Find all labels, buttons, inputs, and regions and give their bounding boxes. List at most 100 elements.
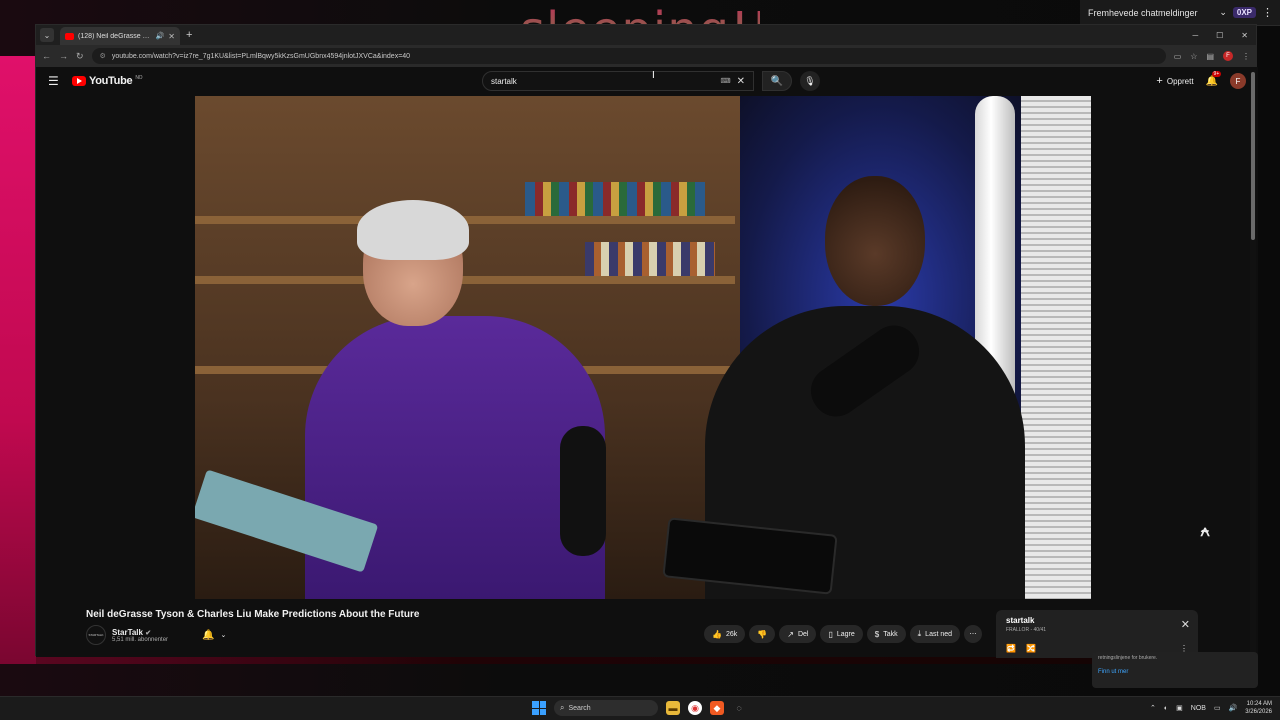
microphone-icon: 🎙: [804, 75, 816, 86]
bookmark-star-icon[interactable]: ☆: [1190, 52, 1197, 61]
taskbar-search[interactable]: ⌕ Search: [554, 700, 658, 716]
playlist-panel[interactable]: startalk FRALLOR - 40/41 ✕ 🔁 🔀 ⋮: [996, 610, 1198, 658]
chevron-down-icon[interactable]: ⌄: [1219, 7, 1227, 18]
minimize-icon[interactable]: ─: [1192, 31, 1198, 40]
tab-youtube[interactable]: (128) Neil deGrasse Tyson & 🔊 ✕: [60, 27, 180, 45]
create-label: Opprett: [1166, 76, 1194, 86]
download-button[interactable]: ⤓ Last ned: [909, 625, 961, 643]
clear-search-icon[interactable]: ✕: [737, 76, 745, 87]
tray-app-icon[interactable]: ◐: [1164, 705, 1168, 712]
audio-icon[interactable]: 🔊: [156, 32, 165, 40]
toolbar-actions: ▭ ☆ ▤ F ⋮: [1174, 51, 1250, 61]
more-horizontal-icon: ⋯: [969, 631, 977, 638]
info-notice: retningslinjene for brukere. Finn ut mer: [1092, 652, 1258, 688]
search-button[interactable]: 🔍: [762, 71, 792, 91]
channel-info: StarTalk ✔ 5,51 mill. abonnenter: [112, 628, 168, 643]
install-app-icon[interactable]: ▭: [1174, 52, 1182, 61]
thanks-button[interactable]: $ Takk: [866, 625, 906, 643]
youtube-play-icon: [72, 76, 86, 86]
new-tab-icon[interactable]: +: [186, 29, 192, 41]
video-host-right: [662, 176, 1025, 599]
voice-search-button[interactable]: 🎙: [800, 71, 820, 91]
clock-date: 3/26/2026: [1245, 709, 1272, 715]
like-button[interactable]: 👍 26k: [704, 625, 746, 643]
close-window-icon[interactable]: ✕: [1241, 31, 1248, 40]
close-icon[interactable]: ✕: [1181, 618, 1190, 631]
more-actions-button[interactable]: ⋯: [964, 625, 983, 643]
bell-icon: 🔔: [202, 629, 215, 641]
owner-row: STARTALK StarTalk ✔ 5,51 mill. abonnente…: [86, 625, 986, 645]
playlist-title: startalk: [1006, 616, 1035, 625]
clock[interactable]: 10:24 AM 3/26/2026: [1245, 700, 1272, 716]
like-count: 26k: [725, 630, 738, 638]
more-options-icon[interactable]: ⋮: [1262, 6, 1273, 19]
maximize-icon[interactable]: ☐: [1216, 31, 1223, 40]
save-button[interactable]: ▯ Lagre: [820, 625, 863, 643]
thumbs-down-icon: 👎: [757, 629, 768, 639]
profile-avatar[interactable]: F: [1223, 51, 1233, 61]
notifications-button[interactable]: 🔔 9+: [1206, 70, 1222, 87]
subscription-bell-button[interactable]: 🔔 ⌄: [202, 630, 226, 641]
loop-icon[interactable]: 🔁: [1006, 644, 1016, 653]
account-avatar[interactable]: F: [1230, 73, 1246, 89]
learn-more-link[interactable]: Finn ut mer: [1098, 669, 1252, 675]
file-explorer-icon[interactable]: ▬: [666, 701, 680, 715]
network-icon[interactable]: ▭: [1214, 704, 1221, 712]
tray-app-icon[interactable]: ▣: [1176, 704, 1183, 712]
thanks-label: Takk: [883, 630, 898, 638]
stream-logo-icon: ⍲: [1200, 523, 1210, 540]
subscriber-count: 5,51 mill. abonnenter: [112, 636, 169, 643]
site-info-icon[interactable]: ⚙: [100, 52, 106, 60]
plus-icon: +: [1156, 75, 1163, 87]
create-button[interactable]: + Opprett: [1156, 75, 1193, 87]
video-player[interactable]: [195, 96, 1091, 599]
chat-widget-label: Fremhevede chatmeldinger: [1088, 7, 1198, 18]
start-button[interactable]: [532, 701, 546, 715]
search-input[interactable]: startalk ⌨ ✕: [482, 71, 754, 91]
forward-icon[interactable]: →: [59, 51, 68, 61]
playlist-controls: 🔁 🔀: [1006, 644, 1036, 653]
taskbar-search-placeholder: Search: [568, 704, 591, 712]
menu-icon[interactable]: ☰: [48, 74, 72, 88]
dislike-button[interactable]: 👎: [749, 625, 776, 643]
obs-icon[interactable]: ◌: [732, 701, 746, 715]
volume-icon[interactable]: 🔊: [1229, 704, 1238, 712]
browser-menu-icon[interactable]: ⋮: [1242, 52, 1250, 61]
browser-toolbar: ← → ↻ ⚙ youtube.com/watch?v=iz7re_7g1KU&…: [36, 45, 1256, 67]
search-icon: 🔍: [770, 75, 784, 87]
back-icon[interactable]: ←: [42, 51, 51, 61]
download-label: Last ned: [925, 630, 953, 638]
extensions-icon[interactable]: ▤: [1206, 52, 1214, 61]
chrome-icon[interactable]: ◉: [688, 701, 702, 715]
youtube-logo[interactable]: YouTube NO: [72, 75, 143, 87]
brave-icon[interactable]: ◆: [710, 701, 724, 715]
language-indicator[interactable]: NOB: [1191, 705, 1206, 712]
search-icon: ⌕: [560, 703, 565, 712]
chat-widget[interactable]: Fremhevede chatmeldinger ⌄ 0XP ⋮: [1080, 0, 1280, 26]
channel-name: StarTalk: [112, 627, 143, 637]
address-bar[interactable]: ⚙ youtube.com/watch?v=iz7re_7g1KU&list=P…: [91, 48, 1166, 64]
pink-edge-decoration: [0, 56, 36, 664]
channel-name-row[interactable]: StarTalk ✔: [112, 628, 168, 637]
playlist-subtitle: FRALLOR - 40/41: [1006, 627, 1047, 633]
tab-strip: ⌄ (128) Neil deGrasse Tyson & 🔊 ✕ + ─ ☐ …: [36, 25, 1256, 45]
keyboard-icon[interactable]: ⌨: [721, 77, 731, 85]
scrollbar-thumb[interactable]: [1251, 72, 1255, 240]
share-button[interactable]: ↗ Del: [779, 625, 817, 643]
show-hidden-icons-icon[interactable]: ⌃: [1150, 704, 1156, 712]
window-controls: ─ ☐ ✕: [1192, 31, 1256, 40]
points-badge: 0XP: [1232, 7, 1256, 18]
shuffle-icon[interactable]: 🔀: [1026, 644, 1036, 653]
tab-search-icon[interactable]: ⌄: [40, 28, 54, 42]
reload-icon[interactable]: ↻: [76, 51, 84, 62]
notification-count: 9+: [1211, 70, 1222, 77]
close-tab-icon[interactable]: ✕: [168, 32, 175, 41]
search-value: startalk: [491, 76, 517, 86]
country-code: NO: [135, 75, 143, 81]
share-icon: ↗: [787, 629, 794, 639]
channel-avatar[interactable]: STARTALK: [86, 625, 106, 645]
youtube-favicon-icon: [65, 32, 74, 40]
host-left-microphone: [560, 426, 606, 556]
host-right-head: [825, 176, 925, 306]
download-icon: ⤓: [917, 629, 922, 638]
